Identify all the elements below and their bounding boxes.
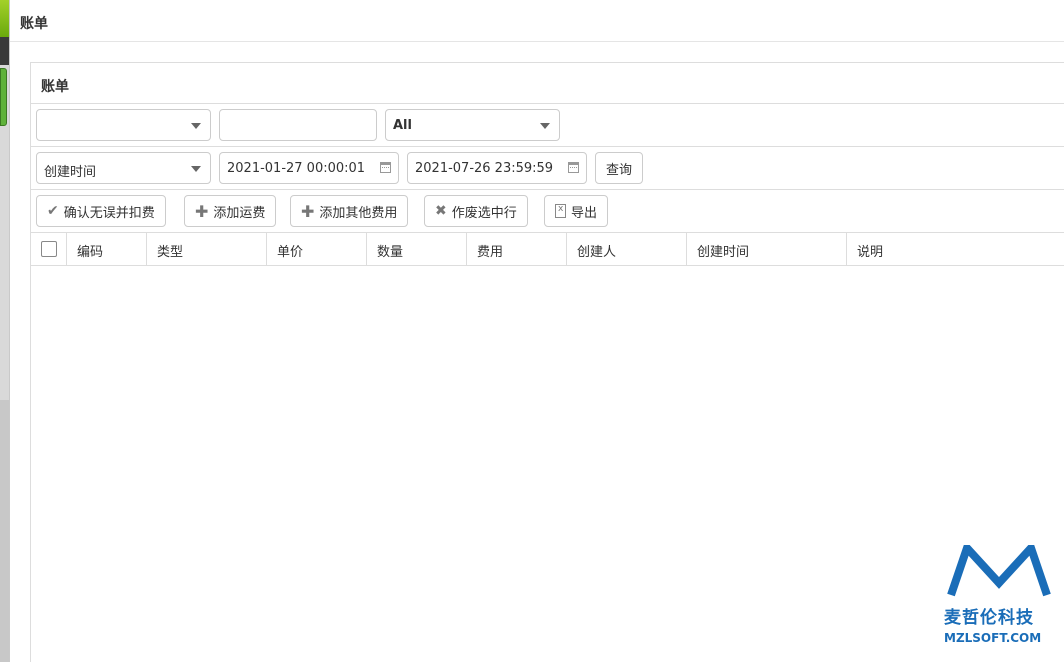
watermark-logo: 麦哲伦科技 MZLSOFT.COM xyxy=(944,545,1054,645)
chevron-down-icon xyxy=(191,123,201,129)
query-button[interactable]: 查询 xyxy=(595,152,644,184)
date-from-input[interactable]: 2021-01-27 00:00:01 xyxy=(219,152,399,184)
void-selected-button[interactable]: ✖ 作废选中行 xyxy=(424,195,528,227)
export-label: 导出 xyxy=(571,205,598,221)
logo-m-icon xyxy=(947,545,1051,597)
export-button[interactable]: 导出 xyxy=(544,195,609,227)
column-header-code[interactable]: 编码 xyxy=(67,233,147,266)
void-selected-label: 作废选中行 xyxy=(451,205,517,221)
date-to-input[interactable]: 2021-07-26 23:59:59 xyxy=(407,152,587,184)
table-header: 编码 类型 单价 数量 费用 创建人 创建时间 说明 xyxy=(31,233,1064,266)
close-icon: ✖ xyxy=(435,203,447,219)
dialog-title: 账单 xyxy=(20,16,48,32)
chevron-down-icon xyxy=(191,166,201,172)
calendar-icon[interactable] xyxy=(568,162,579,173)
filter-row-2: 创建时间 2021-01-27 00:00:01 2021-07-26 23:5… xyxy=(31,147,1064,190)
watermark-en-text: MZLSOFT.COM xyxy=(944,631,1042,645)
bill-dialog: 账单 账单 All 创建时间 2021-01-27 00:00:01 2021-… xyxy=(9,0,1064,662)
background-area xyxy=(0,400,9,662)
filter-select-2-value: All xyxy=(393,118,412,133)
filter-row-1: All xyxy=(31,104,1064,147)
background-nav-bar xyxy=(0,37,9,65)
time-field-value: 创建时间 xyxy=(44,165,97,180)
select-all-cell xyxy=(31,233,67,266)
confirm-charge-label: 确认无误并扣费 xyxy=(63,205,155,221)
toolbar-row: ✔ 确认无误并扣费 ✚ 添加运费 ✚ 添加其他费用 ✖ 作废选中行 导出 xyxy=(31,190,1064,233)
plus-icon: ✚ xyxy=(301,201,315,221)
column-header-created-time[interactable]: 创建时间 xyxy=(687,233,847,266)
query-button-label: 查询 xyxy=(606,162,633,178)
add-other-fee-button[interactable]: ✚ 添加其他费用 xyxy=(290,195,409,227)
bill-panel: 账单 All 创建时间 2021-01-27 00:00:01 2021-07-… xyxy=(30,62,1064,662)
dialog-header: 账单 xyxy=(10,0,1064,42)
column-header-type[interactable]: 类型 xyxy=(147,233,267,266)
check-icon: ✔ xyxy=(47,203,59,219)
panel-title: 账单 xyxy=(31,63,1064,104)
date-to-value: 2021-07-26 23:59:59 xyxy=(415,161,554,176)
date-from-value: 2021-01-27 00:00:01 xyxy=(227,161,366,176)
column-header-fee[interactable]: 费用 xyxy=(467,233,567,266)
time-field-select[interactable]: 创建时间 xyxy=(36,152,211,184)
confirm-charge-button[interactable]: ✔ 确认无误并扣费 xyxy=(36,195,166,227)
background-page-strip xyxy=(0,0,9,662)
filter-select-2[interactable]: All xyxy=(385,109,560,141)
watermark-cn-text: 麦哲伦科技 xyxy=(944,608,1034,628)
add-freight-button[interactable]: ✚ 添加运费 xyxy=(184,195,277,227)
excel-file-icon xyxy=(555,204,566,218)
filter-select-1[interactable] xyxy=(36,109,211,141)
column-header-description[interactable]: 说明 xyxy=(847,233,1064,266)
chevron-down-icon xyxy=(540,123,550,129)
background-side-tab xyxy=(0,68,7,126)
column-header-unit-price[interactable]: 单价 xyxy=(267,233,367,266)
background-header-bar xyxy=(0,0,9,37)
column-header-quantity[interactable]: 数量 xyxy=(367,233,467,266)
table-body xyxy=(31,266,1064,596)
add-freight-label: 添加运费 xyxy=(213,205,266,221)
calendar-icon[interactable] xyxy=(380,162,391,173)
plus-icon: ✚ xyxy=(195,201,209,221)
select-all-checkbox[interactable] xyxy=(41,241,57,257)
add-other-fee-label: 添加其他费用 xyxy=(319,205,398,221)
filter-text-input[interactable] xyxy=(219,109,377,141)
column-header-creator[interactable]: 创建人 xyxy=(567,233,687,266)
